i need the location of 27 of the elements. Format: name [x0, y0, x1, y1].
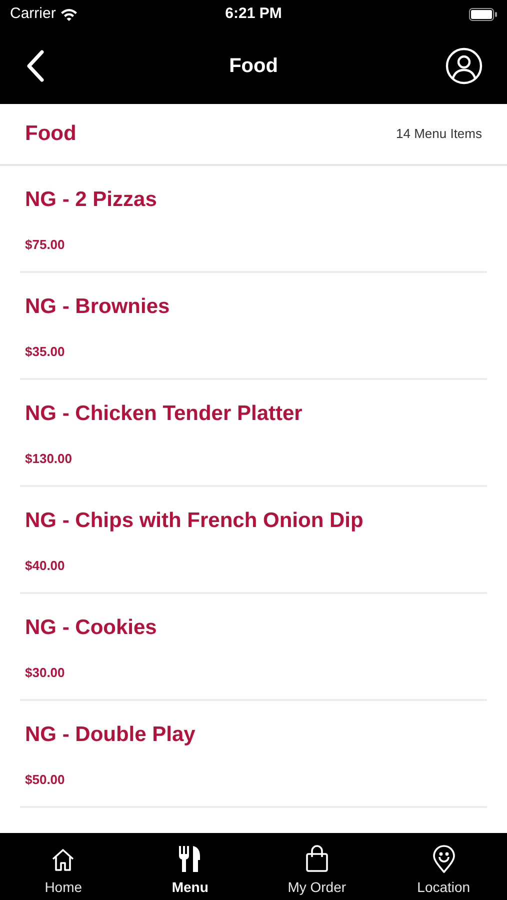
item-name[interactable]: NG - Brownies — [25, 291, 170, 322]
item-name[interactable]: NG - 2 Pizzas — [25, 184, 157, 216]
profile-button[interactable] — [445, 47, 483, 85]
item-name[interactable]: NG - Chips with French Onion Dip — [25, 505, 364, 536]
time-label: 6:21 PM — [225, 4, 282, 24]
item-name[interactable]: NG - Cookies — [25, 612, 157, 644]
item-price: $40.00 — [25, 556, 65, 574]
tab-bar-item[interactable]: Location — [380, 833, 507, 900]
screen-title: Food — [229, 54, 278, 79]
home-icon — [50, 847, 76, 873]
battery-icon — [469, 8, 498, 20]
tab-bar-item[interactable]: My Order — [254, 833, 380, 900]
item-name[interactable]: NG - Double Play — [25, 719, 196, 750]
item-price: $75.00 — [25, 236, 65, 254]
carrier-label: Carrier — [10, 4, 56, 24]
tab-bar-item[interactable]: Menu — [126, 833, 254, 900]
shopping-bag-icon — [304, 845, 330, 873]
item-price: $50.00 — [25, 770, 65, 788]
item-price: $30.00 — [25, 664, 65, 682]
item-price: $35.00 — [25, 342, 65, 360]
wifi-icon — [60, 8, 78, 20]
item-price: $130.00 — [25, 450, 72, 468]
tab-bar-item[interactable]: Home — [0, 833, 127, 900]
item-count: 14 Menu Items — [396, 125, 482, 144]
category-title: Food — [25, 121, 76, 148]
map-pin-icon — [432, 845, 456, 873]
item-name[interactable]: NG - Chicken Tender Platter — [25, 398, 302, 430]
